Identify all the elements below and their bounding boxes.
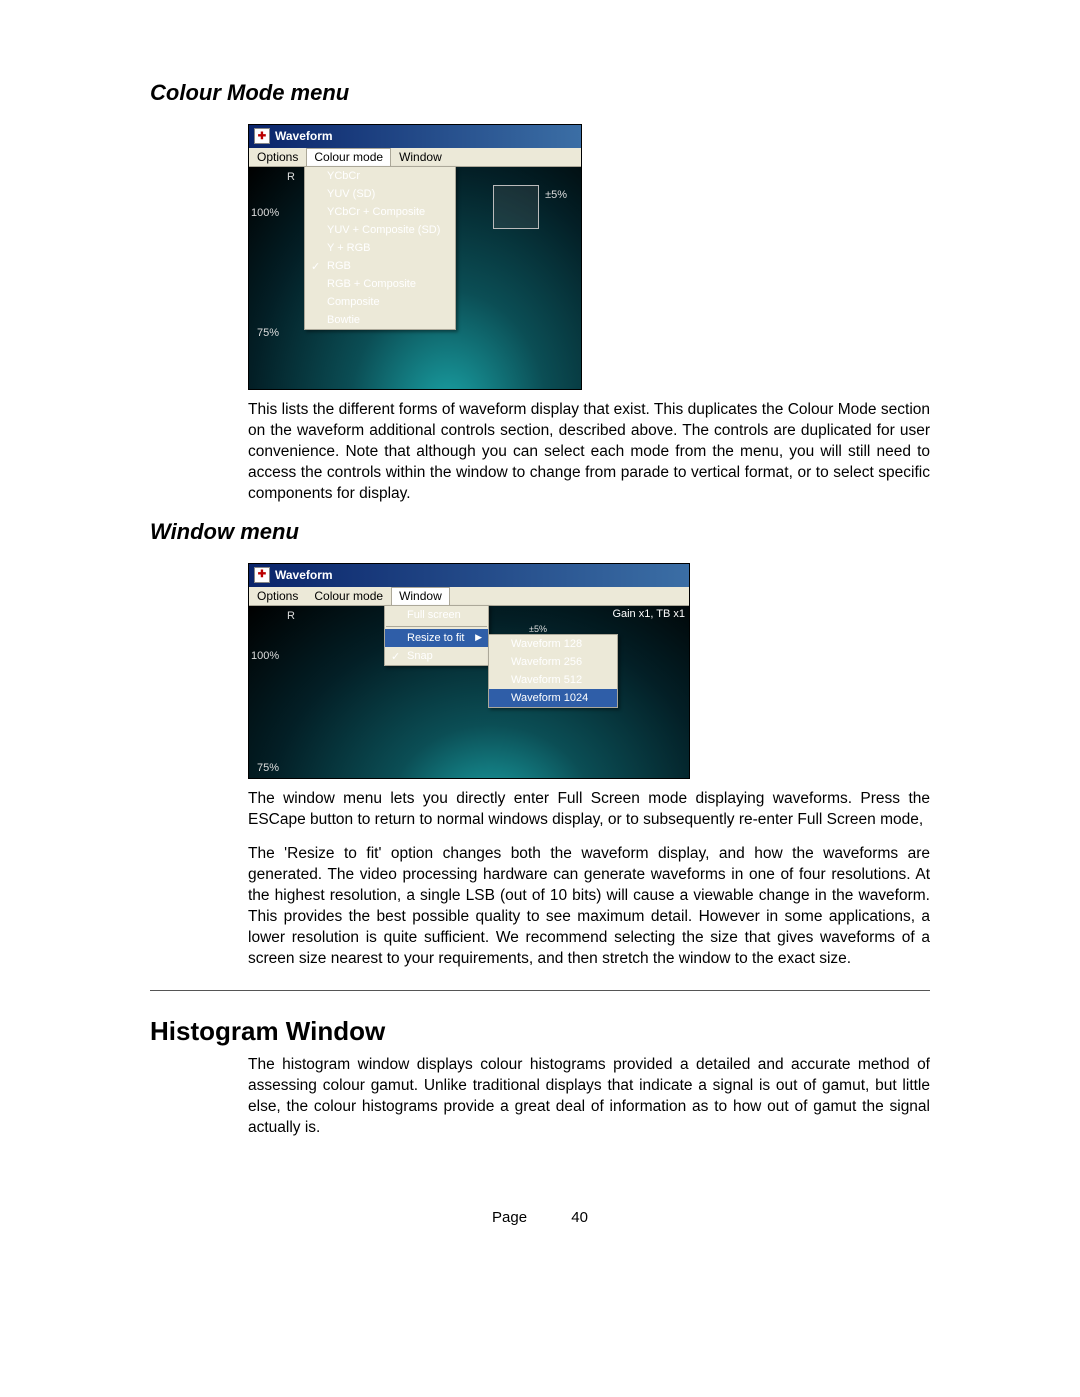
screenshot-colour-mode: ✚ Waveform Options Colour mode Window R … xyxy=(248,124,582,390)
resize-submenu: Waveform 128 Waveform 256 Waveform 512 W… xyxy=(488,634,618,708)
item-composite[interactable]: Composite xyxy=(305,293,455,311)
menubar-2: Options Colour mode Window xyxy=(249,587,689,606)
screenshot-window-menu: ✚ Waveform Options Colour mode Window R … xyxy=(248,563,690,779)
label-pm5-2: ±5% xyxy=(529,624,547,634)
section-divider xyxy=(150,990,930,991)
footer-label: Page xyxy=(492,1209,527,1226)
app-icon: ✚ xyxy=(254,567,270,583)
item-yuv-sd[interactable]: YUV (SD) xyxy=(305,185,455,203)
item-full-screen[interactable]: Full screen xyxy=(385,606,488,624)
item-waveform-512[interactable]: Waveform 512 xyxy=(489,671,617,689)
window-titlebar[interactable]: ✚ Waveform xyxy=(249,125,581,148)
colour-mode-dropdown: YCbCr YUV (SD) YCbCr + Composite YUV + C… xyxy=(304,166,456,330)
item-waveform-256[interactable]: Waveform 256 xyxy=(489,653,617,671)
item-waveform-1024[interactable]: Waveform 1024 xyxy=(489,689,617,707)
menu-window[interactable]: Window xyxy=(391,148,450,166)
item-resize-to-fit[interactable]: Resize to fit xyxy=(385,629,488,647)
window-titlebar-2[interactable]: ✚ Waveform xyxy=(249,564,689,587)
item-waveform-128[interactable]: Waveform 128 xyxy=(489,635,617,653)
item-rgb[interactable]: RGB xyxy=(305,257,455,275)
item-ycbcr-comp[interactable]: YCbCr + Composite xyxy=(305,203,455,221)
label-r-2: R xyxy=(287,610,295,622)
label-pm5: ±5% xyxy=(545,189,567,201)
thumb-box xyxy=(493,185,539,229)
menu-colour-mode-2[interactable]: Colour mode xyxy=(306,587,391,605)
paragraph-window-2: The 'Resize to fit' option changes both … xyxy=(248,844,930,970)
window-title: Waveform xyxy=(275,129,333,143)
page-number: 40 xyxy=(571,1209,588,1226)
window-title-2: Waveform xyxy=(275,568,333,582)
menubar: Options Colour mode Window xyxy=(249,148,581,167)
item-y-rgb[interactable]: Y + RGB xyxy=(305,239,455,257)
menu-options[interactable]: Options xyxy=(249,148,306,166)
menu-options-2[interactable]: Options xyxy=(249,587,306,605)
waveform-canvas: R 100% 75% ±5% YCbCr YUV (SD) YCbCr + Co… xyxy=(249,167,581,389)
label-75: 75% xyxy=(257,327,279,339)
label-75-2: 75% xyxy=(257,762,279,774)
paragraph-colour-mode: This lists the different forms of wavefo… xyxy=(248,400,930,505)
heading-window-menu: Window menu xyxy=(150,519,930,545)
app-icon: ✚ xyxy=(254,128,270,144)
label-r: R xyxy=(287,171,295,183)
heading-histogram: Histogram Window xyxy=(150,1016,930,1047)
label-gain: Gain x1, TB x1 xyxy=(612,608,685,620)
item-rgb-comp[interactable]: RGB + Composite xyxy=(305,275,455,293)
page-footer: Page 40 xyxy=(150,1209,930,1226)
menu-window-2[interactable]: Window xyxy=(391,587,450,605)
label-100: 100% xyxy=(251,207,279,219)
menu-colour-mode[interactable]: Colour mode xyxy=(306,148,391,166)
waveform-canvas-2: R 100% 75% Gain x1, TB x1 ±5% Full scree… xyxy=(249,606,689,778)
paragraph-histogram: The histogram window displays colour his… xyxy=(248,1055,930,1139)
heading-colour-mode: Colour Mode menu xyxy=(150,80,930,106)
label-100-2: 100% xyxy=(251,650,279,662)
window-dropdown: Full screen Resize to fit Snap xyxy=(384,605,489,666)
item-yuv-comp-sd[interactable]: YUV + Composite (SD) xyxy=(305,221,455,239)
item-bowtie[interactable]: Bowtie xyxy=(305,311,455,329)
item-snap[interactable]: Snap xyxy=(385,647,488,665)
item-ycbcr[interactable]: YCbCr xyxy=(305,167,455,185)
menu-separator xyxy=(386,626,487,627)
paragraph-window-1: The window menu lets you directly enter … xyxy=(248,789,930,831)
